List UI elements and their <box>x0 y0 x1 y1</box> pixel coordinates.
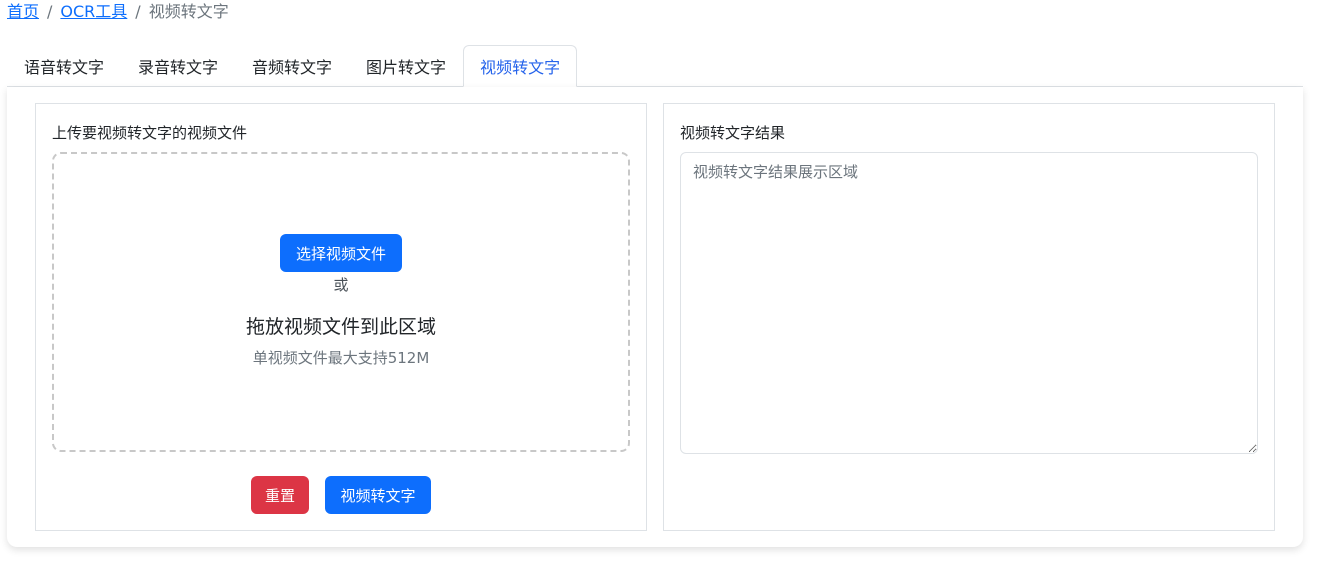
tab-audio-to-text[interactable]: 音频转文字 <box>235 45 349 87</box>
tab-video-to-text[interactable]: 视频转文字 <box>463 45 578 87</box>
or-text: 或 <box>333 276 349 294</box>
tab-image-to-text[interactable]: 图片转文字 <box>349 45 463 87</box>
result-panel: 视频转文字结果 <box>663 103 1275 531</box>
result-label: 视频转文字结果 <box>680 124 786 142</box>
tab-recording-to-text[interactable]: 录音转文字 <box>121 45 235 87</box>
result-textarea[interactable] <box>680 152 1258 454</box>
tab-speech-to-text[interactable]: 语音转文字 <box>7 45 121 87</box>
breadcrumb-current: 视频转文字 <box>148 2 229 21</box>
tab-bar: 语音转文字 录音转文字 音频转文字 图片转文字 视频转文字 <box>7 45 1303 87</box>
drop-instruction: 拖放视频文件到此区域 <box>245 316 436 338</box>
choose-video-file-button[interactable]: 选择视频文件 <box>280 234 402 272</box>
upload-label: 上传要视频转文字的视频文件 <box>52 124 248 142</box>
file-dropzone[interactable]: 选择视频文件 或 拖放视频文件到此区域 单视频文件最大支持512M <box>52 152 630 452</box>
reset-button[interactable]: 重置 <box>251 476 309 514</box>
file-size-limit: 单视频文件最大支持512M <box>252 349 430 367</box>
breadcrumb-home-link[interactable]: 首页 <box>7 0 39 24</box>
breadcrumb-ocr-link[interactable]: OCR工具 <box>60 0 127 24</box>
breadcrumb-separator: / <box>135 2 141 21</box>
breadcrumb: 首页 / OCR工具 / 视频转文字 <box>7 0 229 24</box>
upload-panel: 上传要视频转文字的视频文件 选择视频文件 或 拖放视频文件到此区域 单视频文件最… <box>35 103 647 531</box>
convert-button[interactable]: 视频转文字 <box>325 476 431 514</box>
breadcrumb-separator: / <box>47 2 53 21</box>
main-card: 上传要视频转文字的视频文件 选择视频文件 或 拖放视频文件到此区域 单视频文件最… <box>7 87 1303 547</box>
